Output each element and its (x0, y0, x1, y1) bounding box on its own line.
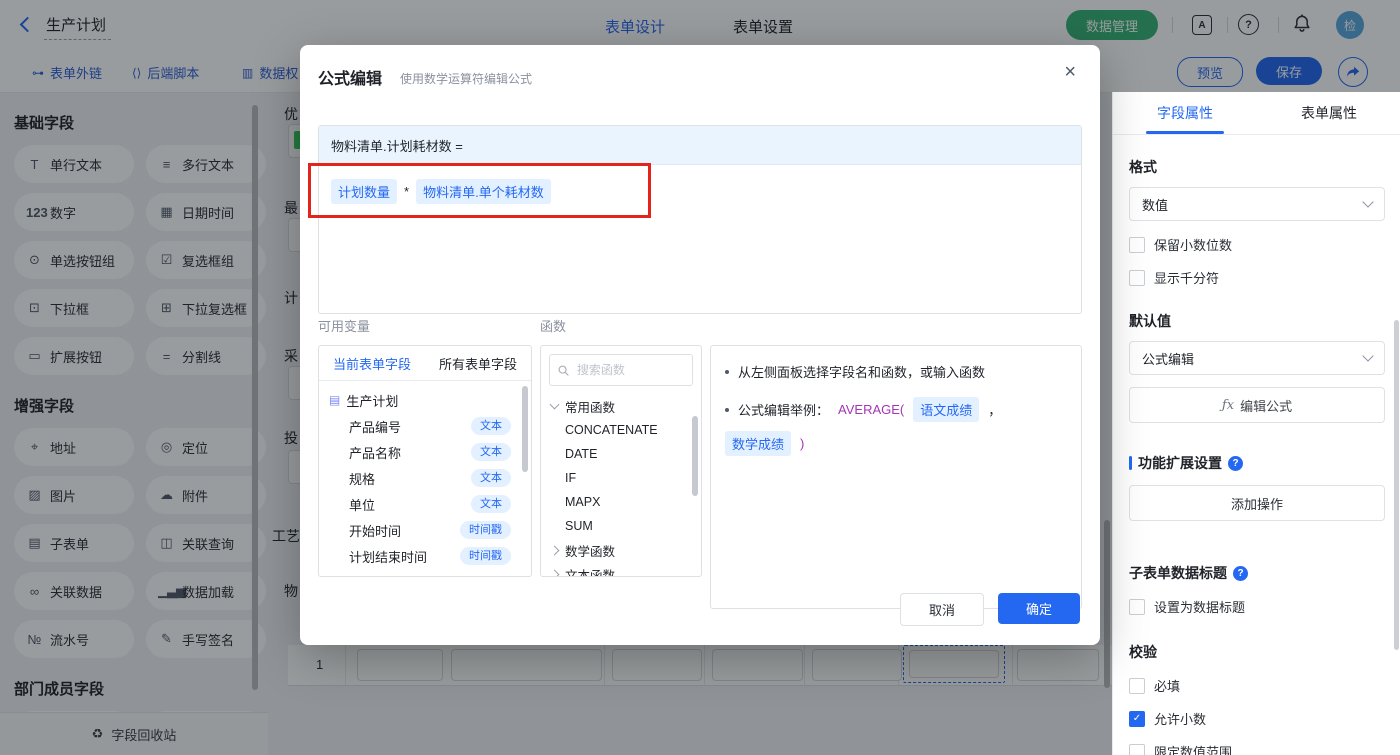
search-icon (558, 365, 569, 376)
tab-form-properties[interactable]: 表单属性 (1257, 92, 1400, 134)
tab-current-form-fields[interactable]: 当前表单字段 (333, 354, 411, 373)
tip-example-line: 公式编辑举例： AVERAGE( 语文成绩 ， 数学成绩 ) (725, 397, 1067, 456)
field-type-badge: 文本 (471, 469, 511, 487)
variables-panel: 当前表单字段 所有表单字段 ▤ 生产计划 产品编号 文本 产品名称 文本 规格 文本 单… (318, 345, 532, 577)
fn-item[interactable]: CONCATENATE (541, 418, 701, 442)
format-label: 格式 (1129, 159, 1157, 175)
tips-panel: 从左侧面板选择字段名和函数，或输入函数 公式编辑举例： AVERAGE( 语文成绩… (710, 345, 1082, 609)
chevron-right-icon (549, 569, 560, 576)
bullet-dot (725, 369, 729, 374)
help-circle-icon[interactable] (1233, 565, 1248, 581)
checkbox[interactable] (1129, 598, 1145, 615)
checkbox[interactable] (1129, 677, 1145, 694)
section-bar (1129, 456, 1132, 470)
modal-subtitle: 使用数学运算符编辑公式 (400, 72, 533, 86)
tree-field[interactable]: 计划结束时间 时间戳 (319, 543, 531, 569)
fx-icon: ƒx (1221, 397, 1235, 413)
allow-decimal-option[interactable]: 允许小数 (1129, 709, 1385, 728)
fn-item[interactable]: IF (541, 466, 701, 490)
default-value-select[interactable]: 公式编辑 (1129, 341, 1385, 375)
modal-overlay (1112, 0, 1400, 92)
limit-range-option[interactable]: 限定数值范围 (1129, 742, 1385, 755)
subform-data-title-heading: 子表单数据标题 (1129, 563, 1385, 583)
tab-field-properties[interactable]: 字段属性 (1113, 92, 1257, 134)
field-type-badge: 时间戳 (460, 521, 511, 539)
formula-editor-box[interactable]: 物料清单.计划耗材数 = 计划数量 * 物料清单.单个耗材数 (318, 125, 1082, 314)
fn-item[interactable]: MAPX (541, 490, 701, 514)
formula-chip[interactable]: 物料清单.单个耗材数 (416, 179, 551, 204)
chevron-down-icon (1362, 350, 1374, 362)
formula-expression[interactable]: 计划数量 * 物料清单.单个耗材数 (319, 165, 1081, 218)
checkbox[interactable] (1129, 236, 1145, 253)
field-type-badge: 文本 (471, 443, 511, 461)
help-circle-icon[interactable] (1228, 455, 1243, 471)
tree-field[interactable]: 单位 文本 (319, 491, 531, 517)
set-as-data-title-option[interactable]: 设置为数据标题 (1129, 597, 1385, 616)
variables-label: 可用变量 (318, 319, 371, 334)
format-select[interactable]: 数值 (1129, 187, 1385, 221)
tab-all-form-fields[interactable]: 所有表单字段 (439, 354, 517, 373)
app-root: 生产计划 表单设计 表单设置 数据管理 检 ⊶表单外链 ⟨⟩后端脚本 ▥数据权 … (0, 0, 1400, 755)
formula-chip[interactable]: 计划数量 (331, 179, 398, 204)
bullet-dot (725, 407, 729, 412)
close-icon[interactable] (1064, 61, 1076, 84)
search-input[interactable] (574, 362, 684, 378)
default-value-label: 默认值 (1129, 313, 1171, 329)
functions-panel: 常用函数 CONCATENATE DATE IF MAPX SUM 数学函数 文… (540, 345, 702, 577)
functions-scrollbar[interactable] (692, 416, 698, 496)
chevron-down-icon (549, 399, 560, 410)
field-type-badge: 时间戳 (460, 547, 511, 565)
tip-line: 从左侧面板选择字段名和函数，或输入函数 (725, 362, 1067, 381)
edit-formula-button[interactable]: ƒx 编辑公式 (1129, 387, 1385, 423)
fn-item[interactable]: DATE (541, 442, 701, 466)
active-tab-underline (1146, 131, 1224, 134)
fn-group-common[interactable]: 常用函数 (541, 394, 701, 418)
required-option[interactable]: 必填 (1129, 676, 1385, 695)
example-close-paren: ) (800, 436, 805, 451)
checkbox[interactable] (1129, 743, 1145, 755)
tree-field[interactable]: 产品编号 文本 (319, 413, 531, 439)
field-type-badge: 文本 (471, 417, 511, 435)
tree-field[interactable]: 产品名称 文本 (319, 439, 531, 465)
document-icon: ▤ (329, 393, 341, 407)
tree-field[interactable]: 规格 文本 (319, 465, 531, 491)
properties-tabs: 字段属性 表单属性 (1113, 92, 1400, 135)
example-chip: 数学成绩 (725, 431, 792, 456)
function-search-box[interactable] (549, 354, 693, 386)
validation-label: 校验 (1129, 644, 1157, 660)
variables-scrollbar[interactable] (522, 386, 528, 472)
modal-title: 公式编辑 (318, 71, 383, 88)
confirm-button[interactable]: 确定 (998, 593, 1080, 624)
functions-label: 函数 (540, 319, 567, 334)
cancel-button[interactable]: 取消 (900, 593, 984, 626)
panel-scrollbar[interactable] (1394, 320, 1399, 650)
fn-group-math[interactable]: 数学函数 (541, 538, 701, 562)
checkbox[interactable] (1129, 269, 1145, 286)
tree-root-form[interactable]: ▤ 生产计划 (319, 387, 531, 413)
thousands-separator-option[interactable]: 显示千分符 (1129, 268, 1385, 287)
fn-group-text[interactable]: 文本函数 (541, 562, 701, 576)
chevron-right-icon (549, 545, 560, 555)
checkbox-checked[interactable] (1129, 710, 1145, 727)
add-action-button[interactable]: 添加操作 (1129, 485, 1385, 521)
right-properties-panel: 字段属性 表单属性 格式 数值 保留小数位数 显示千分符 默认值 公式编辑 ƒx… (1112, 92, 1400, 755)
function-extension-heading: 功能扩展设置 (1129, 453, 1385, 473)
decimal-digits-option[interactable]: 保留小数位数 (1129, 235, 1385, 254)
tree-field[interactable]: 开始时间 时间戳 (319, 517, 531, 543)
example-function-name: AVERAGE( (838, 402, 905, 417)
formula-editor-modal: 公式编辑 使用数学运算符编辑公式 物料清单.计划耗材数 = 计划数量 * 物料清… (300, 45, 1100, 645)
fn-item[interactable]: SUM (541, 514, 701, 538)
field-type-badge: 文本 (471, 495, 511, 513)
formula-target: 物料清单.计划耗材数 = (319, 126, 1081, 165)
example-chip: 语文成绩 (913, 397, 980, 422)
formula-operator: * (404, 184, 410, 199)
variables-tabs: 当前表单字段 所有表单字段 (319, 346, 531, 381)
chevron-down-icon (1362, 196, 1374, 208)
